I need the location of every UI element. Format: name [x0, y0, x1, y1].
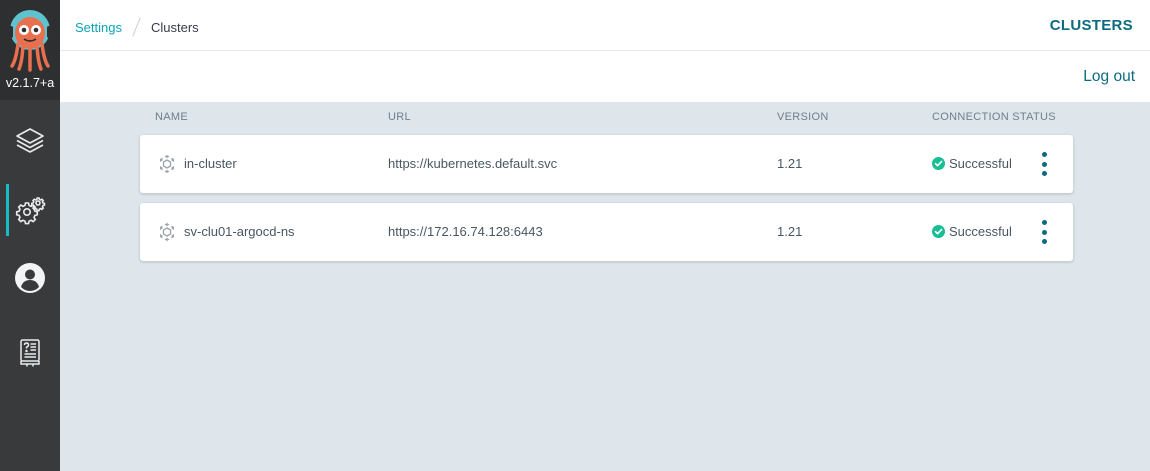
sidebar: v2.1.7+a [0, 0, 60, 471]
cluster-version: 1.21 [777, 224, 803, 239]
breadcrumb-separator [132, 17, 141, 37]
table-header: NAME URL VERSION CONNECTION STATUS [140, 111, 1074, 125]
cluster-icon [160, 223, 174, 241]
kebab-dot [1041, 171, 1047, 176]
kebab-dot [1041, 161, 1047, 167]
status-label: Successful [949, 224, 1012, 239]
cluster-name: in-cluster [184, 156, 237, 171]
connection-status: Successful [932, 156, 1012, 171]
action-bar: Log out [60, 51, 1150, 102]
layers-icon [16, 128, 44, 153]
logout-link[interactable]: Log out [1083, 68, 1135, 86]
page-title: CLUSTERS [1049, 17, 1133, 34]
nav-applications[interactable] [0, 114, 60, 166]
nav-settings[interactable] [0, 184, 60, 236]
cluster-version: 1.21 [777, 156, 803, 171]
top-bar: Settings Clusters CLUSTERS [60, 0, 1150, 51]
kebab-dot [1041, 229, 1047, 235]
check-circle-icon [932, 225, 945, 238]
gear-icon [15, 197, 46, 225]
nav-user-info[interactable] [0, 252, 60, 304]
cluster-name: sv-clu01-argocd-ns [184, 224, 295, 239]
row-actions-menu-button[interactable] [1038, 152, 1050, 176]
column-header-version: VERSION [777, 111, 829, 123]
column-header-url: URL [388, 111, 411, 123]
version-label: v2.1.7+a [5, 76, 55, 90]
table-row[interactable]: sv-clu01-argocd-ns https://172.16.74.128… [140, 203, 1073, 261]
kebab-dot [1041, 152, 1047, 157]
kebab-dot [1041, 239, 1047, 244]
column-header-name: NAME [155, 111, 188, 123]
breadcrumb: Settings Clusters [75, 17, 199, 37]
nav-documentation[interactable] [0, 326, 60, 378]
connection-status: Successful [932, 224, 1012, 239]
table-row[interactable]: in-cluster https://kubernetes.default.sv… [140, 135, 1073, 193]
column-header-connection-status: CONNECTION STATUS [932, 111, 1056, 123]
check-circle-icon [932, 157, 945, 170]
logo-area: v2.1.7+a [0, 0, 60, 100]
cluster-icon [160, 155, 174, 173]
cluster-url: https://kubernetes.default.svc [388, 156, 558, 171]
user-icon [15, 263, 45, 293]
status-label: Successful [949, 156, 1012, 171]
docs-icon [20, 339, 40, 367]
argo-logo-icon[interactable] [6, 8, 54, 72]
row-actions-menu-button[interactable] [1038, 220, 1050, 244]
kebab-dot [1041, 220, 1047, 225]
breadcrumb-current: Clusters [150, 19, 199, 35]
breadcrumb-settings-link[interactable]: Settings [75, 20, 122, 35]
cluster-url: https://172.16.74.128:6443 [388, 224, 543, 239]
